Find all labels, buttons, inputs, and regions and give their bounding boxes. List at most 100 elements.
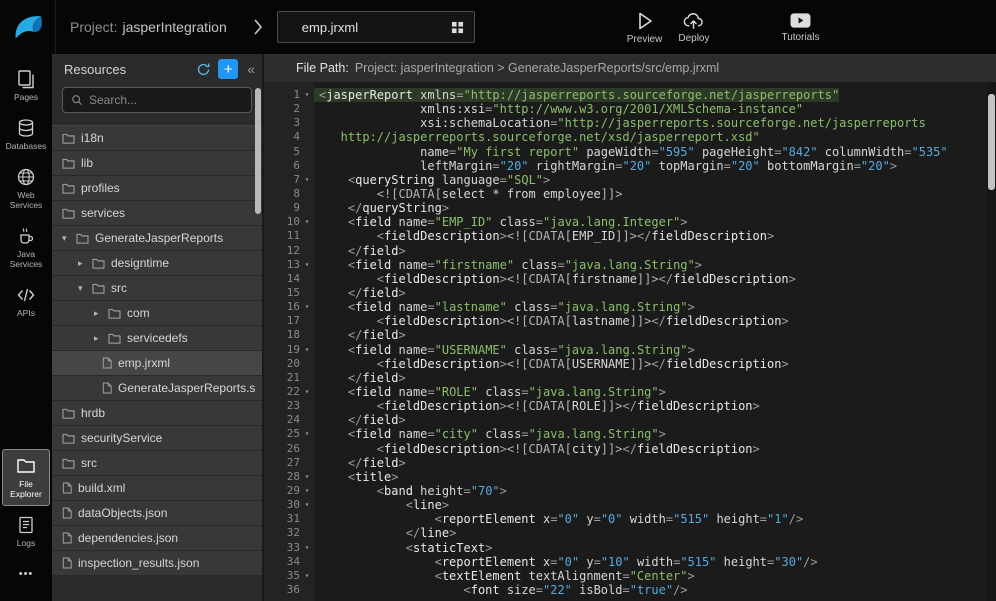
- code-line-20[interactable]: 20 <fieldDescription><![CDATA[USERNAME]]…: [264, 357, 996, 371]
- tree-item-generatejasperreports-s[interactable]: GenerateJasperReports.s: [52, 376, 262, 401]
- code-line-8[interactable]: 8 <![CDATA[select * from employee]]>: [264, 187, 996, 201]
- fold-toggle-icon[interactable]: ▾: [300, 173, 314, 187]
- code-line-6[interactable]: 6 leftMargin="20" rightMargin="20" topMa…: [264, 159, 996, 173]
- fold-toggle-icon[interactable]: ▾: [300, 484, 314, 498]
- code-line-25[interactable]: 25▾ <field name="city" class="java.lang.…: [264, 427, 996, 441]
- tree-item-inspection-results-json[interactable]: inspection_results.json: [52, 551, 262, 576]
- code-line-18[interactable]: 18 </field>: [264, 328, 996, 342]
- fold-toggle-icon[interactable]: ▾: [300, 498, 314, 512]
- tree-item-servicedefs[interactable]: ▸servicedefs: [52, 326, 262, 351]
- resources-scrollbar-thumb[interactable]: [255, 88, 261, 214]
- code-line-19[interactable]: 19▾ <field name="USERNAME" class="java.l…: [264, 343, 996, 357]
- code-line-3[interactable]: 3 xsi:schemaLocation="http://jasperrepor…: [264, 116, 996, 130]
- tree-item-securityservice[interactable]: securityService: [52, 426, 262, 451]
- sidebar-item-databases[interactable]: Databases: [2, 111, 50, 158]
- add-resource-button[interactable]: +: [218, 59, 238, 79]
- code-line-26[interactable]: 26 <fieldDescription><![CDATA[city]]></f…: [264, 442, 996, 456]
- expand-arrow-icon[interactable]: ▸: [78, 258, 90, 269]
- expand-arrow-icon[interactable]: ▸: [94, 333, 106, 344]
- search-input[interactable]: [89, 93, 243, 107]
- code-line-27[interactable]: 27 </field>: [264, 456, 996, 470]
- folder-icon: [62, 458, 75, 469]
- fold-toggle-icon[interactable]: ▾: [300, 258, 314, 272]
- code-line-15[interactable]: 15 </field>: [264, 286, 996, 300]
- tree-item-src[interactable]: ▾src: [52, 276, 262, 301]
- collapse-panel-button[interactable]: «: [245, 61, 257, 77]
- fold-toggle-icon[interactable]: ▾: [300, 343, 314, 357]
- fold-toggle-icon[interactable]: ▾: [300, 300, 314, 314]
- code-line-22[interactable]: 22▾ <field name="ROLE" class="java.lang.…: [264, 385, 996, 399]
- code-line-12[interactable]: 12 </field>: [264, 244, 996, 258]
- fold-toggle-icon[interactable]: ▾: [300, 215, 314, 229]
- code-line-17[interactable]: 17 <fieldDescription><![CDATA[lastname]]…: [264, 314, 996, 328]
- code-line-9[interactable]: 9 </queryString>: [264, 201, 996, 215]
- sidebar-item-logs[interactable]: Logs: [2, 508, 50, 555]
- fold-toggle-icon[interactable]: ▾: [300, 88, 314, 102]
- code-line-31[interactable]: 31 <reportElement x="0" y="0" width="515…: [264, 512, 996, 526]
- sidebar-item-file-explorer[interactable]: File Explorer: [2, 449, 50, 506]
- sidebar-item-more[interactable]: •••: [2, 557, 50, 591]
- file-tab[interactable]: emp.jrxml: [277, 11, 475, 43]
- code-line-34[interactable]: 34 <reportElement x="0" y="10" width="51…: [264, 555, 996, 569]
- resources-tree: i18nlibprofilesservices▾GenerateJasperRe…: [52, 125, 262, 601]
- tree-item-hrdb[interactable]: hrdb: [52, 401, 262, 426]
- app-logo[interactable]: [0, 0, 56, 54]
- code-line-29[interactable]: 29▾ <band height="70">: [264, 484, 996, 498]
- code-line-11[interactable]: 11 <fieldDescription><![CDATA[EMP_ID]]><…: [264, 229, 996, 243]
- code-text: <font size="22" isBold="true"/>: [314, 583, 688, 597]
- collapse-arrow-icon[interactable]: ▾: [78, 283, 90, 294]
- tree-item-emp-jrxml[interactable]: emp.jrxml: [52, 351, 262, 376]
- code-line-33[interactable]: 33▾ <staticText>: [264, 541, 996, 555]
- code-line-1[interactable]: 1▾<jasperReport xmlns="http://jasperrepo…: [264, 88, 996, 102]
- collapse-arrow-icon[interactable]: ▾: [62, 233, 74, 244]
- code-line-23[interactable]: 23 <fieldDescription><![CDATA[ROLE]]></f…: [264, 399, 996, 413]
- code-line-5[interactable]: 5 name="My first report" pageWidth="595"…: [264, 145, 996, 159]
- fold-toggle-icon[interactable]: ▾: [300, 427, 314, 441]
- refresh-button[interactable]: [196, 62, 211, 77]
- tree-item-designtime[interactable]: ▸designtime: [52, 251, 262, 276]
- tree-item-profiles[interactable]: profiles: [52, 176, 262, 201]
- tree-item-com[interactable]: ▸com: [52, 301, 262, 326]
- fold-toggle-icon[interactable]: ▾: [300, 470, 314, 484]
- code-line-30[interactable]: 30▾ <line>: [264, 498, 996, 512]
- code-line-28[interactable]: 28▾ <title>: [264, 470, 996, 484]
- code-line-4[interactable]: 4 http://jasperreports.sourceforge.net/x…: [264, 130, 996, 144]
- fold-toggle-icon[interactable]: ▾: [300, 569, 314, 583]
- code-line-21[interactable]: 21 </field>: [264, 371, 996, 385]
- code-line-32[interactable]: 32 </line>: [264, 526, 996, 540]
- line-number: 19: [264, 343, 300, 357]
- sidebar-item-pages[interactable]: Pages: [2, 62, 50, 109]
- code-line-14[interactable]: 14 <fieldDescription><![CDATA[firstname]…: [264, 272, 996, 286]
- sidebar-item-java-services[interactable]: Java Services: [2, 219, 50, 276]
- sidebar-item-web-services[interactable]: Web Services: [2, 160, 50, 217]
- fold-toggle-icon[interactable]: ▾: [300, 385, 314, 399]
- editor-scrollbar-track[interactable]: [987, 82, 996, 601]
- tree-item-dataobjects-json[interactable]: dataObjects.json: [52, 501, 262, 526]
- code-line-7[interactable]: 7▾ <queryString language="SQL">: [264, 173, 996, 187]
- preview-button[interactable]: Preview: [627, 10, 663, 45]
- code-line-2[interactable]: 2 xmlns:xsi="http://www.w3.org/2001/XMLS…: [264, 102, 996, 116]
- code-line-36[interactable]: 36 <font size="22" isBold="true"/>: [264, 583, 996, 597]
- sidebar-item-apis[interactable]: APIs: [2, 278, 50, 325]
- tree-item-i18n[interactable]: i18n: [52, 126, 262, 151]
- tree-item-build-xml[interactable]: build.xml: [52, 476, 262, 501]
- deploy-button[interactable]: Deploy: [678, 10, 709, 44]
- grid-view-icon[interactable]: [451, 21, 464, 34]
- editor-scrollbar-thumb[interactable]: [988, 94, 995, 190]
- expand-arrow-icon[interactable]: ▸: [94, 308, 106, 319]
- code-line-16[interactable]: 16▾ <field name="lastname" class="java.l…: [264, 300, 996, 314]
- tree-item-src[interactable]: src: [52, 451, 262, 476]
- tree-item-dependencies-json[interactable]: dependencies.json: [52, 526, 262, 551]
- code-editor[interactable]: 1▾<jasperReport xmlns="http://jasperrepo…: [264, 82, 996, 601]
- folder-icon: [76, 233, 89, 244]
- tree-item-lib[interactable]: lib: [52, 151, 262, 176]
- code-line-35[interactable]: 35▾ <textElement textAlignment="Center">: [264, 569, 996, 583]
- fold-toggle-icon[interactable]: ▾: [300, 541, 314, 555]
- code-line-24[interactable]: 24 </field>: [264, 413, 996, 427]
- code-line-13[interactable]: 13▾ <field name="firstname" class="java.…: [264, 258, 996, 272]
- code-line-10[interactable]: 10▾ <field name="EMP_ID" class="java.lan…: [264, 215, 996, 229]
- tree-item-services[interactable]: services: [52, 201, 262, 226]
- line-number: 9: [264, 201, 300, 215]
- tree-item-generatejasperreports[interactable]: ▾GenerateJasperReports: [52, 226, 262, 251]
- tutorials-button[interactable]: Tutorials: [781, 11, 819, 43]
